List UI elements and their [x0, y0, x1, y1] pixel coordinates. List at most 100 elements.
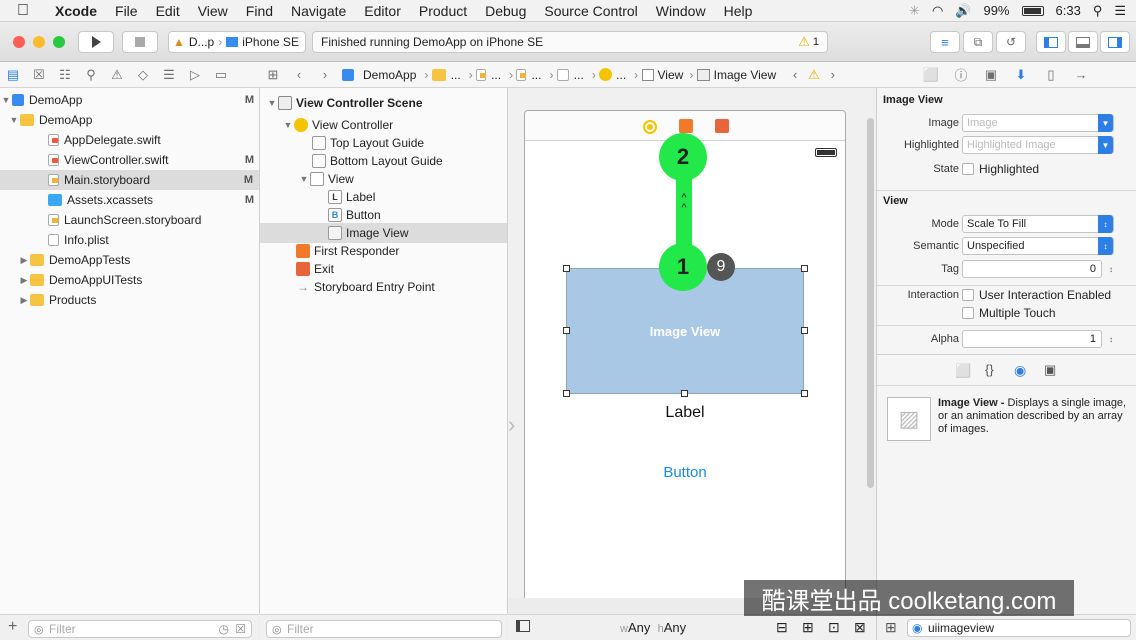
select-stepper-icon[interactable]: ↕ [1098, 237, 1113, 255]
resolve-icon[interactable]: ⊠ [854, 619, 866, 636]
nav-item-project[interactable]: ▼ DemoApp M [0, 90, 260, 110]
breakpoint-navigator-icon[interactable]: ▷ [182, 67, 208, 83]
scm-filter-icon[interactable]: ☒ [235, 622, 246, 636]
toggle-debug-area-button[interactable] [1068, 31, 1098, 53]
dock-first-responder-icon[interactable] [679, 119, 693, 133]
nav-item-main-storyboard[interactable]: Main.storyboard M [0, 170, 259, 190]
stack-icon[interactable]: ⊟ [776, 619, 788, 636]
outline-bottom-layout-guide[interactable]: Bottom Layout Guide [312, 151, 506, 171]
connections-inspector-icon[interactable]: → [1068, 67, 1094, 82]
menu-find[interactable]: Find [237, 3, 282, 19]
clock[interactable]: 6:33 [1056, 3, 1081, 18]
navigator-filter-input[interactable]: ◎ Filter ◷ ☒ [28, 620, 252, 638]
jump-warning-icon[interactable]: ⚠ [808, 67, 820, 83]
outline-view[interactable]: ▼ View [298, 169, 506, 189]
jump-storyboard[interactable]: › ... [469, 68, 501, 82]
semantic-select[interactable]: Unspecified ↕ [962, 237, 1114, 255]
resize-handle-r[interactable] [801, 327, 808, 334]
jump-storyboard-base[interactable]: › ... [509, 68, 541, 82]
outline-label-item[interactable]: L Label [328, 187, 506, 207]
debug-navigator-icon[interactable]: ☰ [156, 67, 182, 83]
run-button[interactable] [78, 31, 114, 53]
scheme-selector[interactable]: ▲ D...p › iPhone SE [168, 31, 306, 53]
highlighted-image-field[interactable]: Highlighted Image ▼ [962, 136, 1114, 154]
assistant-editor-button[interactable]: ⧉ [963, 31, 993, 53]
menu-source-control[interactable]: Source Control [535, 3, 646, 19]
find-navigator-icon[interactable]: ⚲ [78, 67, 104, 83]
battery-percent[interactable]: 99% [983, 3, 1009, 18]
size-inspector-icon[interactable]: ▯ [1038, 67, 1064, 83]
attributes-inspector-icon[interactable]: ⬇ [1008, 67, 1034, 83]
close-window-button[interactable] [13, 36, 25, 48]
previous-issue-icon[interactable]: ‹ [782, 67, 808, 82]
jump-image-view[interactable]: › Image View [689, 68, 776, 82]
source-control-navigator-icon[interactable]: ☒ [26, 67, 52, 83]
toggle-outline-icon[interactable] [516, 620, 530, 632]
zoom-window-button[interactable] [53, 36, 65, 48]
wifi-icon[interactable]: ◠ [932, 3, 943, 19]
menu-file[interactable]: File [106, 3, 147, 19]
back-arrow-icon[interactable]: ‹ [286, 67, 312, 82]
vertical-scrollbar[interactable] [867, 118, 874, 488]
outline-top-layout-guide[interactable]: Top Layout Guide [312, 133, 506, 153]
interface-builder-canvas[interactable]: › Image View Label Button ^ ^ 2 1 9 [508, 88, 876, 598]
symbol-navigator-icon[interactable]: ☷ [52, 67, 78, 83]
nav-item-launchscreen[interactable]: LaunchScreen.storyboard [48, 210, 260, 230]
library-item-image-view[interactable]: ▨ Image View - Displays a single image, … [883, 394, 1133, 444]
minimize-window-button[interactable] [33, 36, 45, 48]
battery-icon[interactable] [1021, 5, 1044, 16]
stop-button[interactable] [122, 31, 158, 53]
nav-item-products[interactable]: ▶ Products [18, 290, 260, 310]
menu-editor[interactable]: Editor [355, 3, 410, 19]
grid-view-icon[interactable]: ⊞ [885, 619, 897, 636]
jump-view-controller[interactable]: › ... [592, 68, 626, 82]
outline-exit[interactable]: Exit [296, 259, 506, 279]
menu-edit[interactable]: Edit [147, 3, 189, 19]
outline-image-view-item[interactable]: Image View [260, 223, 507, 243]
jump-view[interactable]: › View [634, 68, 683, 82]
outline-button-item[interactable]: B Button [328, 205, 506, 225]
outline-scene[interactable]: ▼ View Controller Scene [266, 93, 506, 113]
jump-project[interactable]: DemoApp [342, 68, 416, 82]
chevron-down-icon[interactable]: ▼ [1098, 136, 1113, 154]
nav-item-tests[interactable]: ▶ DemoAppTests [18, 250, 260, 270]
state-highlighted-checkbox[interactable] [962, 163, 974, 175]
dock-exit-icon[interactable] [715, 119, 729, 133]
resize-handle-b[interactable] [681, 390, 688, 397]
forward-arrow-icon[interactable]: › [312, 67, 338, 82]
menu-app-name[interactable]: Xcode [46, 3, 106, 19]
project-navigator-icon[interactable]: ▤ [0, 67, 26, 83]
pin-icon[interactable]: ⊡ [828, 619, 840, 636]
tag-field[interactable]: 0 [962, 260, 1102, 278]
nav-item-viewcontroller[interactable]: ViewController.swift M [48, 150, 260, 170]
resize-handle-tr[interactable] [801, 265, 808, 272]
standard-editor-button[interactable]: ≡ [930, 31, 960, 53]
file-inspector-icon[interactable]: ⬜ [918, 67, 944, 83]
resize-handle-bl[interactable] [563, 390, 570, 397]
select-stepper-icon[interactable]: ↕ [1098, 215, 1113, 233]
media-library-icon[interactable]: ▣ [1044, 362, 1056, 378]
tag-stepper[interactable]: ↕ [1105, 260, 1117, 278]
user-interaction-checkbox[interactable] [962, 289, 974, 301]
warning-badge[interactable]: ⚠ 1 [798, 34, 819, 50]
outline-filter-input[interactable]: ◎ Filter [266, 620, 502, 638]
outline-entry-point[interactable]: → Storyboard Entry Point [296, 277, 506, 297]
nav-item-infoplist[interactable]: Info.plist [48, 230, 260, 250]
size-class-selector[interactable]: wAny hAny [620, 620, 686, 635]
nav-item-uitests[interactable]: ▶ DemoAppUITests [18, 270, 260, 290]
quick-help-icon[interactable]: ⓘ [948, 65, 974, 84]
object-library-icon[interactable]: ◉ [1014, 362, 1026, 379]
content-mode-select[interactable]: Scale To Fill ↕ [962, 215, 1114, 233]
report-navigator-icon[interactable]: ▭ [208, 67, 234, 83]
issue-navigator-icon[interactable]: ⚠ [104, 67, 130, 83]
menu-debug[interactable]: Debug [476, 3, 535, 19]
label-element[interactable]: Label [525, 404, 845, 422]
align-icon[interactable]: ⊞ [802, 619, 814, 636]
menu-window[interactable]: Window [647, 3, 715, 19]
toggle-utilities-button[interactable] [1100, 31, 1130, 53]
jump-scene[interactable]: › ... [549, 68, 583, 82]
button-element[interactable]: Button [525, 464, 845, 481]
nav-item-appdelegate[interactable]: AppDelegate.swift [48, 130, 260, 150]
chevron-down-icon[interactable]: ▼ [1098, 114, 1113, 132]
resize-handle-l[interactable] [563, 327, 570, 334]
